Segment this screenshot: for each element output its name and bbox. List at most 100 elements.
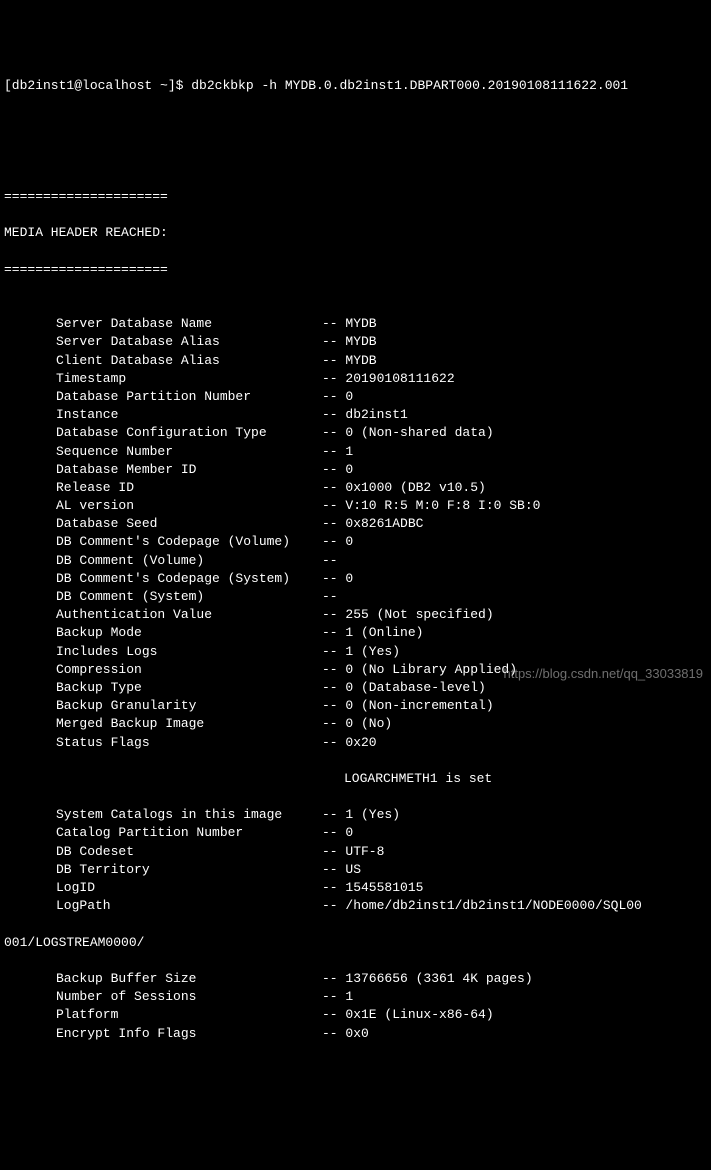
field-row: DB Codeset-- UTF-8 <box>4 843 707 861</box>
field-row: Server Database Name-- MYDB <box>4 315 707 333</box>
field-separator: -- <box>322 552 345 570</box>
field-row: Database Member ID-- 0 <box>4 461 707 479</box>
field-label: Backup Granularity <box>4 697 322 715</box>
field-label: LogPath <box>4 897 322 915</box>
field-label: Database Configuration Type <box>4 424 322 442</box>
field-row: Backup Mode-- 1 (Online) <box>4 624 707 642</box>
field-separator: -- <box>322 970 345 988</box>
field-row: Release ID-- 0x1000 (DB2 v10.5) <box>4 479 707 497</box>
field-label: Backup Type <box>4 679 322 697</box>
field-row: DB Comment (Volume)-- <box>4 552 707 570</box>
field-value: db2inst1 <box>345 406 407 424</box>
field-separator: -- <box>322 424 345 442</box>
field-label: Backup Mode <box>4 624 322 642</box>
field-value: 1545581015 <box>345 879 423 897</box>
field-label: Database Seed <box>4 515 322 533</box>
field-value: 0x1000 (DB2 v10.5) <box>345 479 485 497</box>
field-value: 0x20 <box>345 734 376 752</box>
field-label: Database Member ID <box>4 461 322 479</box>
field-row: Instance-- db2inst1 <box>4 406 707 424</box>
field-label: System Catalogs in this image <box>4 806 322 824</box>
field-rows-2: System Catalogs in this image-- 1 (Yes)C… <box>4 806 707 915</box>
field-label: DB Comment (Volume) <box>4 552 322 570</box>
field-label: LogID <box>4 879 322 897</box>
field-row: Number of Sessions-- 1 <box>4 988 707 1006</box>
field-row: Database Partition Number-- 0 <box>4 388 707 406</box>
field-separator: -- <box>322 988 345 1006</box>
field-label: DB Comment (System) <box>4 588 322 606</box>
field-label: Sequence Number <box>4 443 322 461</box>
field-value: 0 (Non-incremental) <box>345 697 493 715</box>
field-label: Platform <box>4 1006 322 1024</box>
field-value: 0 <box>345 824 353 842</box>
terminal-prompt-line[interactable]: [db2inst1@localhost ~]$ db2ckbkp -h MYDB… <box>4 77 707 95</box>
field-row: Authentication Value-- 255 (Not specifie… <box>4 606 707 624</box>
field-value: 1 (Yes) <box>345 643 400 661</box>
field-row: Status Flags-- 0x20 <box>4 734 707 752</box>
field-separator: -- <box>322 533 345 551</box>
field-value: 0 (No) <box>345 715 392 733</box>
field-value: 0x1E (Linux-x86-64) <box>345 1006 493 1024</box>
field-value: 20190108111622 <box>345 370 454 388</box>
field-row: System Catalogs in this image-- 1 (Yes) <box>4 806 707 824</box>
field-row: DB Comment's Codepage (System)-- 0 <box>4 570 707 588</box>
field-label: Merged Backup Image <box>4 715 322 733</box>
field-label: AL version <box>4 497 322 515</box>
prompt-command: db2ckbkp -h MYDB.0.db2inst1.DBPART000.20… <box>191 78 628 93</box>
field-value: 1 (Yes) <box>345 806 400 824</box>
field-separator: -- <box>322 806 345 824</box>
field-row: Server Database Alias-- MYDB <box>4 333 707 351</box>
field-separator: -- <box>322 570 345 588</box>
field-value: 0 <box>345 570 353 588</box>
field-label: DB Territory <box>4 861 322 879</box>
field-value: MYDB <box>345 315 376 333</box>
field-separator: -- <box>322 734 345 752</box>
field-value: 0 <box>345 388 353 406</box>
divider-bottom: ===================== <box>4 261 707 279</box>
field-row: Platform-- 0x1E (Linux-x86-64) <box>4 1006 707 1024</box>
field-value: 0 (Non-shared data) <box>345 424 493 442</box>
field-label: Number of Sessions <box>4 988 322 1006</box>
field-separator: -- <box>322 824 345 842</box>
field-row: LogPath-- /home/db2inst1/db2inst1/NODE00… <box>4 897 707 915</box>
field-label: Database Partition Number <box>4 388 322 406</box>
field-separator: -- <box>322 679 345 697</box>
field-row: DB Comment's Codepage (Volume)-- 0 <box>4 533 707 551</box>
field-label: DB Comment's Codepage (Volume) <box>4 533 322 551</box>
field-label: Client Database Alias <box>4 352 322 370</box>
field-separator: -- <box>322 315 345 333</box>
field-value: 1 <box>345 443 353 461</box>
field-label: Instance <box>4 406 322 424</box>
field-separator: -- <box>322 1006 345 1024</box>
field-value: MYDB <box>345 333 376 351</box>
field-row: AL version-- V:10 R:5 M:0 F:8 I:0 SB:0 <box>4 497 707 515</box>
field-label: Release ID <box>4 479 322 497</box>
field-row: Timestamp-- 20190108111622 <box>4 370 707 388</box>
field-label: Status Flags <box>4 734 322 752</box>
field-separator: -- <box>322 406 345 424</box>
field-separator: -- <box>322 661 345 679</box>
field-value: 1 (Online) <box>345 624 423 642</box>
field-label: Timestamp <box>4 370 322 388</box>
field-row: Sequence Number-- 1 <box>4 443 707 461</box>
logpath-wrapped: 001/LOGSTREAM0000/ <box>4 934 707 952</box>
field-value: MYDB <box>345 352 376 370</box>
field-value: V:10 R:5 M:0 F:8 I:0 SB:0 <box>345 497 540 515</box>
media-header-title: MEDIA HEADER REACHED: <box>4 224 707 242</box>
field-row: Backup Buffer Size-- 13766656 (3361 4K p… <box>4 970 707 988</box>
field-separator: -- <box>322 515 345 533</box>
field-separator: -- <box>322 879 345 897</box>
field-label: DB Comment's Codepage (System) <box>4 570 322 588</box>
field-row: Database Seed-- 0x8261ADBC <box>4 515 707 533</box>
field-row: Backup Granularity-- 0 (Non-incremental) <box>4 697 707 715</box>
divider-top: ===================== <box>4 188 707 206</box>
field-separator: -- <box>322 715 345 733</box>
field-rows-3: Backup Buffer Size-- 13766656 (3361 4K p… <box>4 970 707 1043</box>
field-separator: -- <box>322 861 345 879</box>
field-row: Merged Backup Image-- 0 (No) <box>4 715 707 733</box>
field-row: DB Territory-- US <box>4 861 707 879</box>
field-separator: -- <box>322 333 345 351</box>
field-value: 0 (No Library Applied) <box>345 661 517 679</box>
field-separator: -- <box>322 588 345 606</box>
field-separator: -- <box>322 388 345 406</box>
